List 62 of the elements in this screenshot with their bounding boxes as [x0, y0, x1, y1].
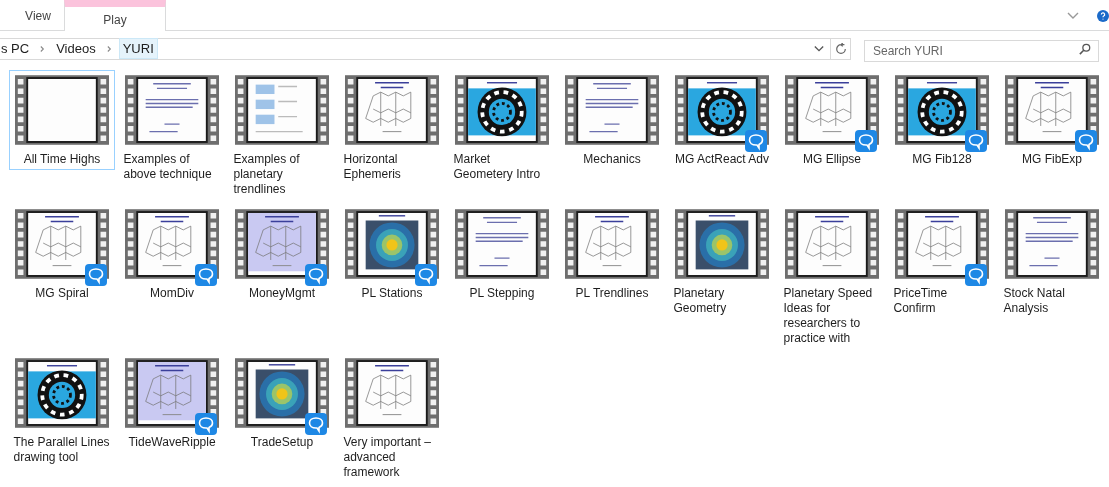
file-name: MomDiv: [150, 286, 194, 301]
file-item[interactable]: MG Ellipse: [779, 70, 885, 170]
file-item[interactable]: MomDiv: [119, 204, 225, 304]
file-name: Very important – advanced framework: [343, 435, 432, 480]
chevron-down-icon[interactable]: [1067, 12, 1079, 20]
file-item[interactable]: Examples of above technique: [119, 70, 225, 185]
file-item[interactable]: The Parallel Lines drawing tool: [9, 353, 115, 468]
ribbon-tab[interactable]: Play: [64, 0, 166, 31]
breadcrumb-item[interactable]: s PC: [0, 37, 31, 60]
file-name: Planetary Speed Ideas for researchers to practice with: [783, 286, 874, 346]
breadcrumb-item[interactable]: Videos: [55, 37, 97, 60]
search-icon: [1079, 42, 1091, 55]
refresh-icon: [834, 42, 847, 55]
file-item[interactable]: MG FibExp: [999, 70, 1105, 170]
file-name: MG Ellipse: [803, 152, 861, 167]
file-name: MG Fib128: [912, 152, 972, 167]
file-item[interactable]: PriceTime Confirm: [889, 204, 995, 319]
file-name: PriceTime Confirm: [893, 286, 949, 316]
file-item[interactable]: All Time Highs: [9, 70, 115, 170]
file-item[interactable]: MG Spiral: [9, 204, 115, 304]
file-item[interactable]: MG ActReact Adv: [669, 70, 775, 170]
file-name: MoneyMgmt: [249, 286, 315, 301]
breadcrumb-item[interactable]: YURI: [118, 37, 158, 60]
file-item[interactable]: Market Geometery Intro: [449, 70, 555, 185]
file-item[interactable]: Horizontal Ephemeris: [339, 70, 445, 185]
file-item[interactable]: Examples of planetary trendlines: [229, 70, 335, 200]
file-name: Examples of above technique: [123, 152, 213, 182]
file-item[interactable]: Planetary Geometry: [669, 204, 775, 319]
file-name: MG Spiral: [35, 286, 89, 301]
file-item[interactable]: Planetary Speed Ideas for researchers to practice with: [779, 204, 885, 349]
file-name: All Time Highs: [23, 152, 101, 167]
file-item[interactable]: Very important – advanced framework: [339, 353, 445, 483]
chevron-right-icon: [106, 44, 112, 53]
address-bar[interactable]: s PC Videos YURI: [0, 37, 851, 60]
file-item[interactable]: PL Stepping: [449, 204, 555, 304]
file-name: TradeSetup: [250, 435, 314, 450]
file-name: MG FibExp: [1022, 152, 1082, 167]
chevron-right-icon: [40, 44, 46, 53]
file-name: TideWaveRipple: [128, 435, 216, 450]
file-name: Examples of planetary trendlines: [233, 152, 301, 197]
search-field[interactable]: Search YURI: [864, 39, 1099, 62]
file-name: Horizontal Ephemeris: [343, 152, 402, 182]
file-item[interactable]: TradeSetup: [229, 353, 335, 453]
file-name: Market Geometery Intro: [453, 152, 542, 182]
file-name: The Parallel Lines drawing tool: [13, 435, 111, 465]
file-name: PL Trendlines: [575, 286, 649, 301]
file-item[interactable]: Mechanics: [559, 70, 665, 170]
file-name: MG ActReact Adv: [674, 152, 769, 167]
file-item[interactable]: TideWaveRipple: [119, 353, 225, 453]
ribbon-tab[interactable]: View: [12, 6, 64, 30]
file-name: Stock Natal Analysis: [1003, 286, 1066, 316]
file-item[interactable]: MoneyMgmt: [229, 204, 335, 304]
file-name: PL Stations: [361, 286, 423, 301]
help-icon[interactable]: [1097, 8, 1109, 24]
file-name: Mechanics: [583, 152, 641, 167]
file-item[interactable]: Stock Natal Analysis: [999, 204, 1105, 319]
file-item[interactable]: PL Trendlines: [559, 204, 665, 304]
chevron-down-icon[interactable]: [814, 44, 824, 53]
file-name: PL Stepping: [469, 286, 535, 301]
file-item[interactable]: PL Stations: [339, 204, 445, 304]
file-item[interactable]: MG Fib128: [889, 70, 995, 170]
file-name: Planetary Geometry: [673, 286, 728, 316]
